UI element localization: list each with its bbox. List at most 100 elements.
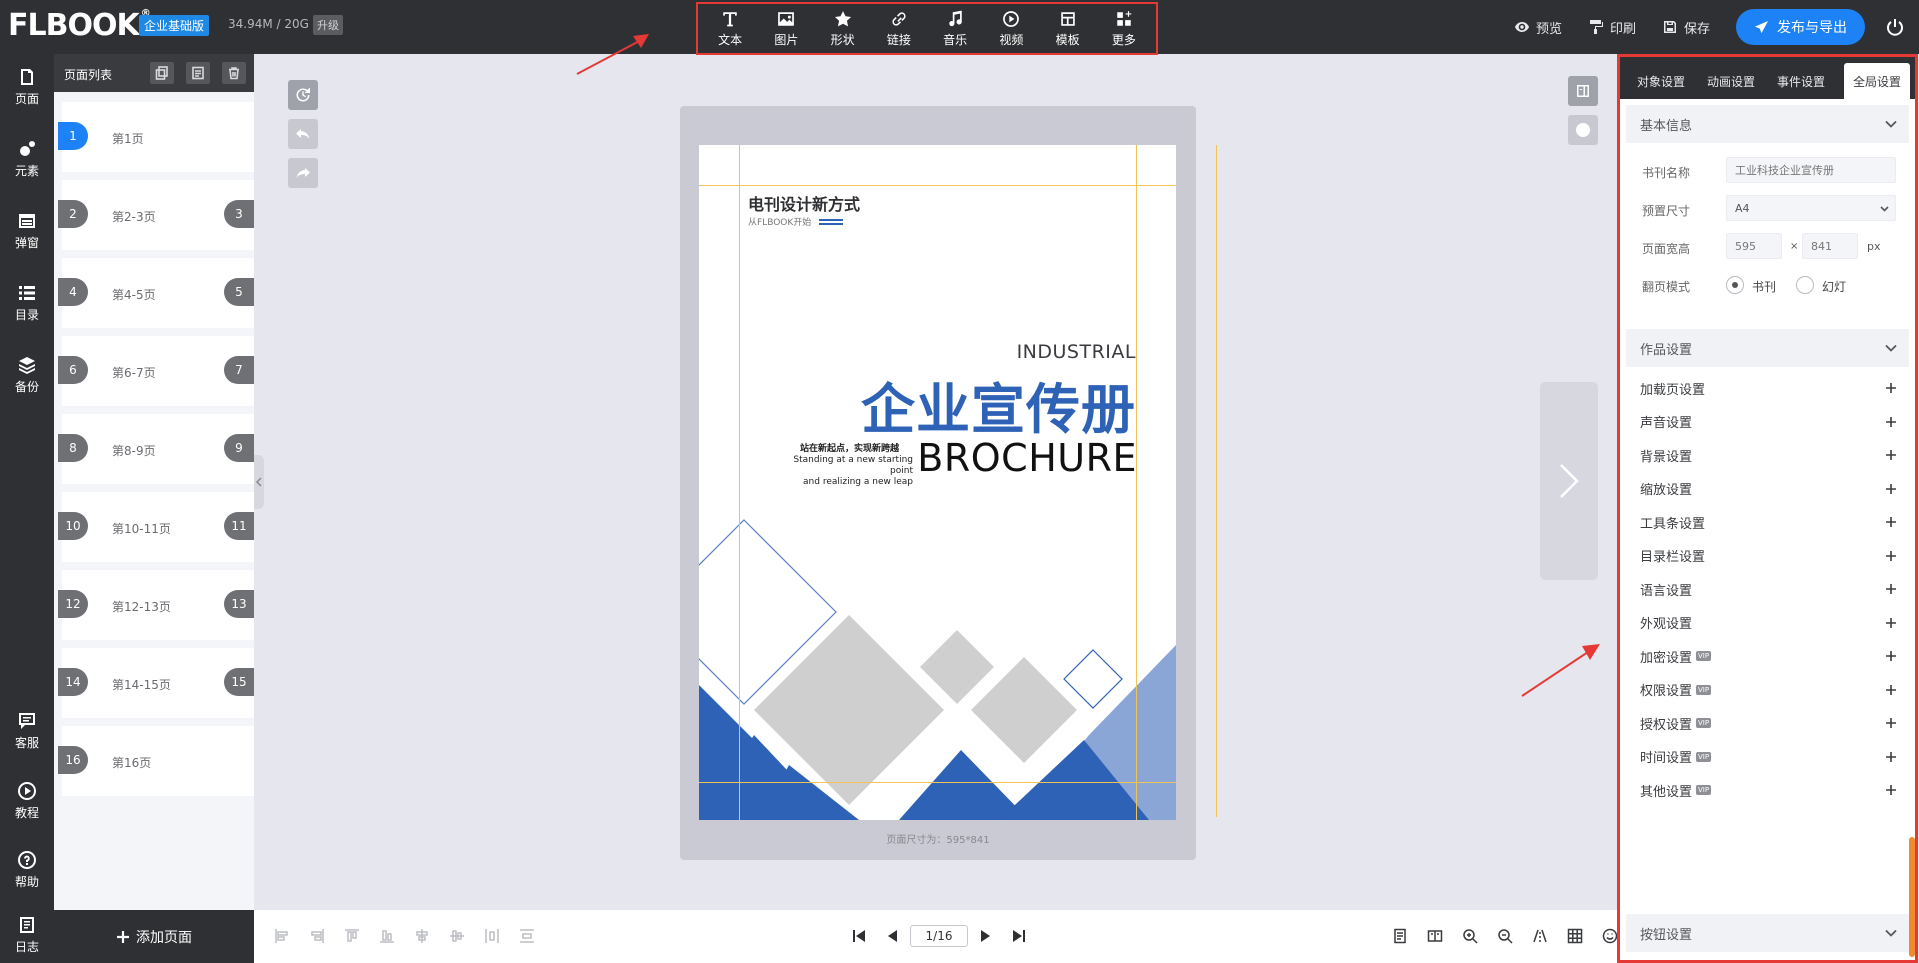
section-button-settings[interactable]: 按钮设置 xyxy=(1626,914,1909,952)
toolbar-link-button[interactable]: 链接 xyxy=(872,6,926,52)
doc-subtitle[interactable]: 从FLBOOK开始 xyxy=(748,215,811,228)
tab-animation-settings[interactable]: 动画设置 xyxy=(1698,63,1764,99)
page-card[interactable]: 10 第10-11页 11 xyxy=(58,492,254,562)
align-center-v-button[interactable] xyxy=(449,928,465,944)
align-center-h-button[interactable] xyxy=(414,928,430,944)
doc-main-title[interactable]: 企业宣传册 xyxy=(861,365,1136,444)
nav-log[interactable]: 日志 xyxy=(0,906,54,963)
panel-scrollbar[interactable] xyxy=(1909,837,1915,957)
toolbar-shape-button[interactable]: 形状 xyxy=(816,6,870,52)
work-setting-item[interactable]: 声音设置 xyxy=(1626,403,1909,441)
upgrade-button[interactable]: 升级 xyxy=(313,15,343,35)
book-name-input[interactable]: 工业科技企业宣传册 xyxy=(1726,157,1896,183)
work-setting-item[interactable]: 外观设置 xyxy=(1626,604,1909,642)
page-card[interactable]: 16 第16页 xyxy=(58,726,254,796)
duplicate-page-button[interactable] xyxy=(186,62,210,84)
toolbar-image-button[interactable]: 图片 xyxy=(759,6,813,52)
doc-industrial[interactable]: INDUSTRIAL xyxy=(1017,341,1136,363)
zoom-out-button[interactable] xyxy=(1497,928,1513,944)
page-number-right: 7 xyxy=(224,356,254,384)
flbook-logo[interactable]: FLBOOK ® xyxy=(8,8,151,43)
work-setting-item[interactable]: 其他设置 VIP xyxy=(1626,771,1909,809)
page-card[interactable]: 2 第2-3页 3 xyxy=(58,180,254,250)
emoji-button[interactable] xyxy=(1602,928,1618,944)
preview-button[interactable]: 预览 xyxy=(1514,18,1562,37)
add-page-button[interactable]: 添加页面 xyxy=(54,910,254,963)
guides-button[interactable] xyxy=(1532,928,1548,944)
work-setting-item[interactable]: 授权设置 VIP xyxy=(1626,704,1909,742)
doc-brochure[interactable]: BROCHURE xyxy=(917,436,1137,480)
nav-backup[interactable]: 备份 xyxy=(0,346,54,404)
last-page-button[interactable] xyxy=(1009,924,1029,948)
undo-button[interactable] xyxy=(288,119,318,149)
work-setting-item[interactable]: 工具条设置 xyxy=(1626,503,1909,541)
work-setting-item[interactable]: 权限设置 VIP xyxy=(1626,671,1909,709)
next-page-button[interactable] xyxy=(1540,382,1598,580)
save-button[interactable]: 保存 xyxy=(1662,18,1710,37)
flip-book-radio[interactable] xyxy=(1726,276,1744,294)
work-setting-item[interactable]: 背景设置 xyxy=(1626,436,1909,474)
first-page-button[interactable] xyxy=(849,924,869,948)
page-card[interactable]: 1 第1页 xyxy=(58,102,254,172)
collapse-page-list-handle[interactable] xyxy=(254,455,264,509)
page-width-input[interactable]: 595 xyxy=(1726,233,1782,259)
align-right-button[interactable] xyxy=(309,928,325,944)
page-layout-button[interactable] xyxy=(1568,76,1598,106)
tab-event-settings[interactable]: 事件设置 xyxy=(1768,63,1834,99)
preset-size-select[interactable]: A4 xyxy=(1726,195,1896,221)
nav-help[interactable]: 帮助 xyxy=(0,841,54,899)
nav-catalog[interactable]: 目录 xyxy=(0,274,54,332)
copy-page-button[interactable] xyxy=(150,62,174,84)
tab-global-settings[interactable]: 全局设置 xyxy=(1844,63,1910,99)
doc-tagline-en[interactable]: Standing at a new starting point and rea… xyxy=(773,455,913,488)
toolbar-template-button[interactable]: 模板 xyxy=(1041,6,1095,52)
work-setting-item[interactable]: 语言设置 xyxy=(1626,570,1909,608)
toolbar-more-button[interactable]: 更多 xyxy=(1097,6,1151,52)
single-page-view-button[interactable] xyxy=(1392,928,1408,944)
page-card[interactable]: 12 第12-13页 13 xyxy=(58,570,254,640)
toolbar-music-button[interactable]: 音乐 xyxy=(928,6,982,52)
work-setting-item[interactable]: 缩放设置 xyxy=(1626,470,1909,508)
play-preview-button[interactable] xyxy=(1568,115,1598,145)
section-basic-info[interactable]: 基本信息 xyxy=(1626,105,1909,143)
section-work-settings[interactable]: 作品设置 xyxy=(1626,329,1909,367)
delete-page-button[interactable] xyxy=(222,62,246,84)
publish-export-button[interactable]: 发布与导出 xyxy=(1736,9,1865,45)
history-button[interactable] xyxy=(288,80,318,110)
nav-page[interactable]: 页面 xyxy=(0,58,54,116)
page-height-input[interactable]: 841 xyxy=(1802,233,1858,259)
prev-page-button[interactable] xyxy=(883,924,903,948)
nav-popup[interactable]: 弹窗 xyxy=(0,202,54,260)
work-setting-item[interactable]: 加载页设置 xyxy=(1626,369,1909,407)
nav-support[interactable]: 客服 xyxy=(0,702,54,760)
work-setting-item[interactable]: 加密设置 VIP xyxy=(1626,637,1909,675)
nav-elements[interactable]: 元素 xyxy=(0,130,54,188)
page-number-input[interactable] xyxy=(910,925,968,947)
redo-button[interactable] xyxy=(288,158,318,188)
flip-slide-radio[interactable] xyxy=(1796,276,1814,294)
align-top-button[interactable] xyxy=(344,928,360,944)
align-left-button[interactable] xyxy=(274,928,290,944)
next-page-small-button[interactable] xyxy=(975,924,995,948)
zoom-in-button[interactable] xyxy=(1462,928,1478,944)
nav-tutorial[interactable]: 教程 xyxy=(0,772,54,830)
tab-object-settings[interactable]: 对象设置 xyxy=(1628,63,1694,99)
toolbar-text-button[interactable]: 文本 xyxy=(703,6,757,52)
page-card[interactable]: 4 第4-5页 5 xyxy=(58,258,254,328)
toolbar-video-button[interactable]: 视频 xyxy=(984,6,1038,52)
doc-title-cn[interactable]: 电刊设计新方式 xyxy=(748,191,860,215)
spread-view-button[interactable] xyxy=(1427,928,1443,944)
distribute-h-button[interactable] xyxy=(484,928,500,944)
grid-button[interactable] xyxy=(1567,928,1583,944)
print-button[interactable]: 印刷 xyxy=(1588,18,1636,37)
work-setting-item[interactable]: 时间设置 VIP xyxy=(1626,738,1909,776)
logout-button[interactable] xyxy=(1885,17,1905,37)
doc-tagline-cn[interactable]: 站在新起点，实现新跨越 xyxy=(800,441,899,454)
document-page[interactable]: 电刊设计新方式 从FLBOOK开始 INDUSTRIAL 企业宣传册 站在新起点… xyxy=(699,145,1176,820)
page-card[interactable]: 6 第6-7页 7 xyxy=(58,336,254,406)
distribute-v-button[interactable] xyxy=(519,928,535,944)
page-card[interactable]: 14 第14-15页 15 xyxy=(58,648,254,718)
work-setting-item[interactable]: 目录栏设置 xyxy=(1626,537,1909,575)
page-card[interactable]: 8 第8-9页 9 xyxy=(58,414,254,484)
align-bottom-button[interactable] xyxy=(379,928,395,944)
